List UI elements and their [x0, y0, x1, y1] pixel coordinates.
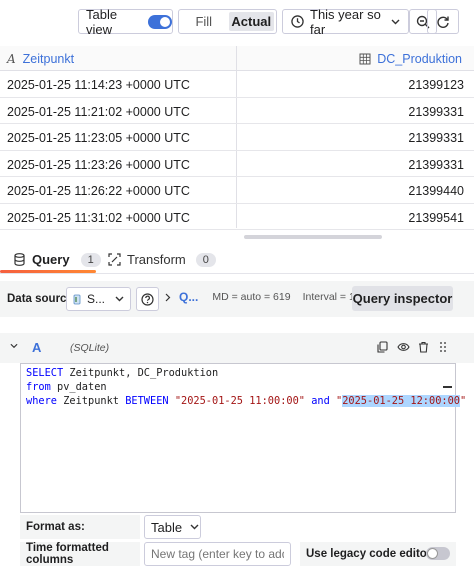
- chevron-right-icon: [165, 293, 171, 302]
- time-range-picker[interactable]: This year so far: [282, 6, 409, 37]
- cell-zeitpunkt: 2025-01-25 11:21:02 +0000 UTC: [7, 104, 190, 119]
- cell-zeitpunkt: 2025-01-25 11:31:02 +0000 UTC: [7, 210, 190, 225]
- table-view-switch[interactable]: [148, 14, 172, 29]
- datasource-selected: S...: [87, 292, 106, 306]
- query-options-label: Q...: [179, 290, 199, 304]
- selected-text: 2025-01-25 12:00:00: [342, 395, 460, 407]
- datasource-label: Data source: [7, 293, 73, 305]
- datasource-help-button[interactable]: [136, 287, 159, 311]
- tab-query-label: Query: [32, 252, 70, 267]
- query-datasource-type: (SQLite): [70, 342, 110, 354]
- tab-transform-label: Transform: [127, 252, 186, 267]
- table-view-toggle[interactable]: Table view: [78, 6, 173, 37]
- legacy-editor-toggle[interactable]: [426, 547, 450, 560]
- table-row: 2025-01-25 11:23:26 +0000 UTC 21399331: [0, 151, 474, 177]
- refresh-button[interactable]: [427, 9, 459, 34]
- format-as-select[interactable]: Table: [144, 515, 201, 539]
- actual-button[interactable]: Actual: [228, 12, 274, 31]
- table-row: 2025-01-25 11:21:02 +0000 UTC 21399331: [0, 98, 474, 124]
- chevron-down-icon: [190, 524, 199, 530]
- text-type-icon: A: [7, 51, 16, 66]
- database-icon: [14, 253, 25, 266]
- code-line: SELECT Zeitpunkt, DC_Produktion: [26, 367, 219, 379]
- question-circle-icon: [141, 292, 154, 306]
- query-ref-id[interactable]: A: [32, 340, 41, 355]
- cell-dc-produktion: 21399331: [408, 131, 464, 145]
- cell-dc-produktion: 21399331: [408, 104, 464, 119]
- table-header: A Zeitpunkt DC_Produktion: [0, 46, 474, 71]
- cell-dc-produktion: 21399541: [408, 210, 464, 225]
- tab-transform[interactable]: Transform 0: [108, 252, 216, 267]
- tab-query-count: 1: [80, 252, 101, 267]
- tab-transform-count: 0: [195, 252, 216, 267]
- time-formatted-columns-input[interactable]: [144, 542, 291, 566]
- table-row: 2025-01-25 11:26:22 +0000 UTC 21399440: [0, 177, 474, 204]
- time-formatted-columns-label: Time formatted columns: [20, 542, 140, 566]
- sqlite-logo-icon: [73, 294, 81, 305]
- cell-dc-produktion: 21399123: [408, 78, 464, 92]
- column-label: DC_Produktion: [377, 51, 462, 66]
- number-type-icon: [359, 53, 371, 65]
- editor-cursor-marker: [443, 386, 452, 388]
- datasource-picker[interactable]: S...: [66, 287, 131, 311]
- drag-handle-icon[interactable]: [439, 341, 447, 353]
- format-as-value: Table: [151, 519, 183, 535]
- duplicate-query-icon[interactable]: [377, 341, 388, 353]
- transform-icon: [108, 253, 121, 266]
- cell-zeitpunkt: 2025-01-25 11:14:23 +0000 UTC: [7, 78, 190, 92]
- eye-icon[interactable]: [397, 342, 410, 352]
- fill-button[interactable]: Fill: [181, 12, 227, 31]
- collapse-query-icon[interactable]: [10, 343, 18, 349]
- table-view-label: Table view: [86, 6, 118, 37]
- table-row: 2025-01-25 11:31:02 +0000 UTC 21399541: [0, 204, 474, 230]
- cell-dc-produktion: 21399440: [408, 184, 464, 198]
- refresh-icon: [436, 15, 450, 29]
- cell-zeitpunkt: 2025-01-25 11:23:05 +0000 UTC: [7, 131, 190, 145]
- table-row: 2025-01-25 11:23:05 +0000 UTC 21399331: [0, 124, 474, 151]
- cell-zeitpunkt: 2025-01-25 11:26:22 +0000 UTC: [7, 184, 190, 198]
- column-header-zeitpunkt[interactable]: A Zeitpunkt: [7, 46, 74, 71]
- sql-code-editor[interactable]: SELECT Zeitpunkt, DC_Produktion from pv_…: [20, 363, 467, 513]
- tab-query[interactable]: Query 1: [14, 252, 101, 267]
- horizontal-scrollbar[interactable]: [244, 235, 382, 239]
- cell-zeitpunkt: 2025-01-25 11:23:26 +0000 UTC: [7, 157, 190, 172]
- clock-icon: [291, 15, 304, 28]
- cell-dc-produktion: 21399331: [408, 157, 464, 172]
- query-options-toggle[interactable]: Q... MD = auto = 619 Interval = 1h: [165, 290, 361, 304]
- code-line: from pv_daten: [26, 381, 107, 393]
- tabs-divider: [0, 273, 474, 274]
- fill-actual-toggle: Fill Actual: [178, 9, 277, 34]
- format-as-label: Format as:: [20, 515, 140, 539]
- table-row: 2025-01-25 11:14:23 +0000 UTC 21399123: [0, 71, 474, 98]
- code-line: where Zeitpunkt BETWEEN "2025-01-25 11:0…: [26, 395, 467, 407]
- query-inspector-button[interactable]: Query inspector: [352, 286, 453, 311]
- time-range-label: This year so far: [310, 6, 381, 37]
- max-data-points: MD = auto = 619: [212, 291, 291, 303]
- legacy-editor-text: Use legacy code editor:: [306, 548, 436, 560]
- chevron-down-icon: [115, 296, 124, 302]
- column-label: Zeitpunkt: [22, 51, 75, 66]
- chevron-down-icon: [391, 19, 400, 25]
- column-header-dc-produktion[interactable]: DC_Produktion: [359, 46, 462, 71]
- trash-icon[interactable]: [418, 341, 429, 353]
